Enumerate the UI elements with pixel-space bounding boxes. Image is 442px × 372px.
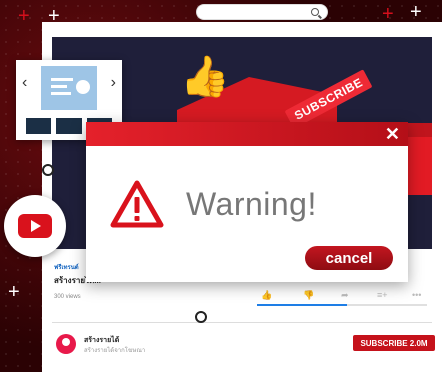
- plus-decoration-icon: +: [382, 3, 394, 25]
- like-ratio-bar: [257, 304, 347, 306]
- save-icon[interactable]: ≡+: [377, 290, 388, 300]
- more-icon[interactable]: •••: [412, 290, 421, 300]
- plus-decoration-icon: +: [8, 281, 20, 303]
- view-count: 300 views: [54, 294, 81, 300]
- circle-decoration: [195, 311, 207, 323]
- dialog-title: Warning!: [186, 186, 317, 222]
- youtube-icon: [18, 214, 52, 238]
- divider: [52, 322, 432, 323]
- subscribe-button[interactable]: SUBSCRIBE 2.0M: [353, 335, 435, 351]
- dislike-icon[interactable]: 👎: [303, 290, 314, 301]
- cancel-button[interactable]: cancel: [305, 246, 393, 270]
- chevron-right-icon[interactable]: ›: [111, 74, 116, 92]
- carousel-image: [41, 66, 97, 110]
- plus-decoration-icon: +: [410, 1, 422, 23]
- carousel-thumb[interactable]: [56, 118, 82, 134]
- carousel-thumb[interactable]: [26, 118, 52, 134]
- action-bar: 👍 👎 ➦ ≡+ •••: [257, 290, 427, 306]
- close-icon[interactable]: ✕: [385, 124, 400, 144]
- dialog-header: ✕: [86, 122, 408, 146]
- warning-icon: [110, 180, 164, 228]
- search-icon[interactable]: [311, 8, 319, 16]
- like-ratio-bar-rest: [347, 304, 427, 306]
- chevron-left-icon[interactable]: ‹: [22, 74, 27, 92]
- image-icon: [76, 80, 90, 94]
- plus-decoration-icon: +: [18, 5, 30, 27]
- thumbs-up-icon: 👍: [180, 55, 230, 99]
- avatar[interactable]: [56, 334, 76, 354]
- share-icon[interactable]: ➦: [341, 290, 349, 301]
- warning-dialog: ✕ Warning! cancel: [86, 122, 408, 282]
- fullscreen-icon[interactable]: ⛶: [412, 257, 418, 268]
- like-icon[interactable]: 👍: [261, 290, 272, 301]
- channel-subtext: สร้างรายได้จากโฆษณา: [84, 348, 146, 354]
- search-bar[interactable]: [197, 5, 327, 19]
- youtube-badge: [4, 195, 66, 257]
- circle-decoration: [42, 164, 54, 176]
- channel-link[interactable]: ฟรีเทรนด์: [54, 262, 79, 272]
